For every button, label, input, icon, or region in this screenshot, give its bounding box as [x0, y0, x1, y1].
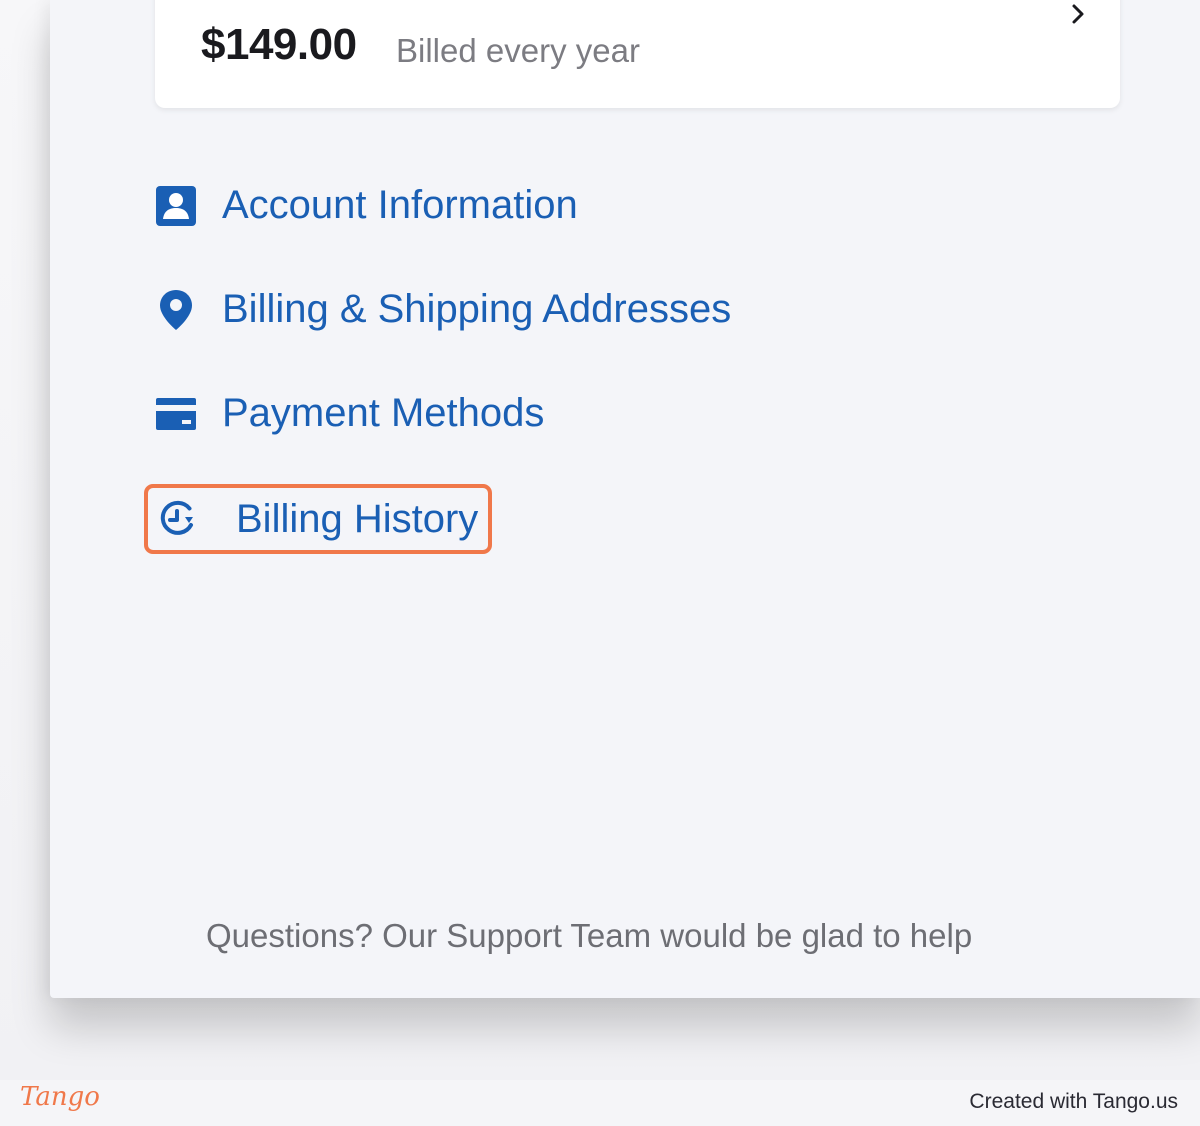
plan-billing-period: Billed every year: [396, 32, 640, 69]
plan-price: $149.00: [201, 20, 357, 69]
menu-item-label: Payment Methods: [222, 391, 545, 435]
account-badge-icon: [154, 184, 198, 228]
menu-item-billing-shipping-addresses[interactable]: Billing & Shipping Addresses: [154, 287, 731, 332]
menu-item-payment-methods[interactable]: Payment Methods: [154, 391, 544, 436]
menu-item-billing-history[interactable]: Billing History: [144, 484, 493, 554]
menu-item-label: Billing History: [236, 496, 479, 541]
history-icon: [156, 497, 200, 541]
plan-card[interactable]: $149.00 Billed every year: [155, 0, 1120, 108]
chevron-right-icon[interactable]: [1067, 2, 1091, 26]
tango-logo: Tango: [20, 1082, 100, 1112]
menu-item-label: Account Information: [222, 183, 578, 227]
menu-item-label: Billing & Shipping Addresses: [222, 287, 732, 331]
credit-card-icon: [154, 392, 198, 436]
menu-item-account-information[interactable]: Account Information: [154, 183, 578, 228]
created-with-text: Created with Tango.us: [969, 1090, 1178, 1113]
support-message: Questions? Our Support Team would be gla…: [206, 917, 973, 954]
map-pin-icon: [154, 288, 198, 332]
